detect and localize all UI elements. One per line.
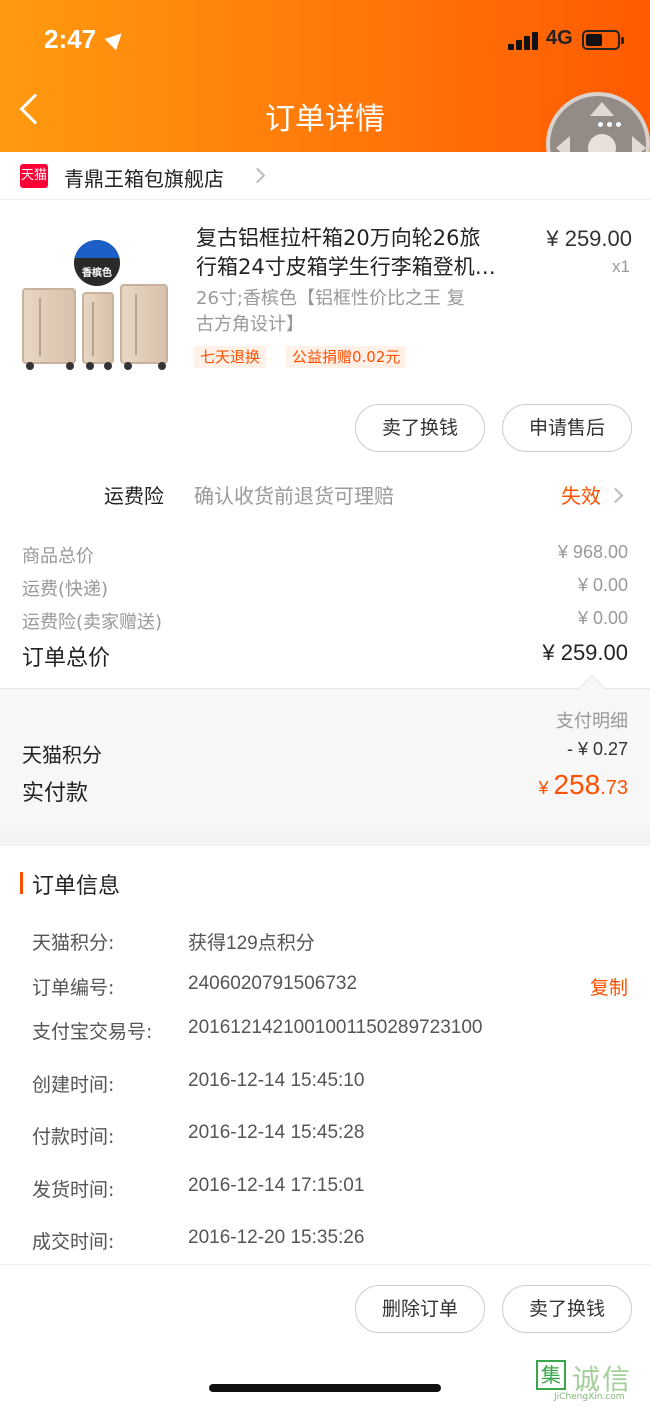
chevron-right-icon [607, 487, 624, 504]
tag-return: 七天退换 [194, 346, 267, 368]
info-value: 2016-12-20 15:35:26 [188, 1227, 365, 1248]
payment-detail: 支付明细 天猫积分 - ¥ 0.27 实付款 ¥ 258.73 [0, 674, 650, 830]
insurance-fee-label: 运费险(卖家赠送) [22, 612, 163, 633]
product-image[interactable]: 香槟色 [20, 240, 180, 370]
copy-button[interactable]: 复制 [590, 973, 628, 1000]
info-label: 订单编号: [32, 977, 115, 999]
sell-button[interactable]: 卖了换钱 [355, 404, 485, 452]
info-value: 获得129点积分 [188, 933, 315, 954]
paid-amount: ¥ 258.73 [538, 769, 628, 800]
order-info: 订单信息 天猫积分: 获得129点积分 订单编号: 24060207915067… [0, 846, 650, 1264]
location-arrow-icon [104, 27, 128, 51]
more-icon[interactable] [598, 112, 628, 127]
store-row[interactable]: 天猫 青鼎王箱包旗舰店 [0, 152, 650, 200]
watermark: 集 诚信 JiChengXin.com [534, 1358, 646, 1404]
info-label: 成交时间: [32, 1231, 115, 1253]
product-quantity: x1 [612, 257, 630, 276]
insurance-label: 运费险 [104, 484, 164, 508]
product-price: ¥ 259.00 [546, 226, 632, 251]
info-label: 发货时间: [32, 1179, 115, 1201]
store-name[interactable]: 青鼎王箱包旗舰店 [64, 163, 224, 192]
order-total-value: ¥ 259.00 [542, 640, 628, 665]
insurance-fee-value: ¥ 0.00 [577, 608, 628, 628]
product-sku: 26寸;香槟色【铝框性价比之王 复 古方角设计】 [196, 288, 465, 335]
after-sale-button[interactable]: 申请售后 [502, 404, 632, 452]
payment-detail-link[interactable]: 支付明细 [556, 707, 628, 733]
tmall-logo: 天猫 [20, 164, 48, 188]
insurance-status: 失效 [561, 484, 601, 508]
info-value: 2016-12-14 15:45:10 [188, 1070, 365, 1091]
network-type: 4G [546, 27, 573, 49]
product-title[interactable]: 复古铝框拉杆箱20万向轮26旅 行箱24寸皮箱学生行李箱登机… [196, 224, 526, 282]
status-time: 2:47 [44, 24, 97, 54]
insurance-description: 确认收货前退货可理赔 [194, 484, 394, 508]
status-bar: 2:47 4G [0, 0, 650, 80]
info-label: 创建时间: [32, 1074, 115, 1096]
shipping-label: 运费(快递) [22, 579, 109, 600]
info-value: 2016-12-14 17:15:01 [188, 1175, 365, 1196]
product-card[interactable]: 香槟色 复古铝框拉杆箱20万向轮26旅 行箱24寸皮箱学生行李箱登机… ¥ 25… [0, 200, 650, 470]
points-value: - ¥ 0.27 [566, 739, 628, 759]
order-number: 2406020791506732 [188, 973, 358, 994]
order-total-label: 订单总价 [22, 646, 111, 671]
info-value: 2016-12-14 15:45:28 [188, 1122, 365, 1143]
battery-icon [582, 30, 624, 50]
points-label: 天猫积分 [22, 743, 102, 767]
info-label: 付款时间: [32, 1126, 115, 1148]
home-indicator[interactable] [209, 1384, 441, 1392]
shipping-value: ¥ 0.00 [577, 575, 628, 595]
goods-total-value: ¥ 968.00 [557, 542, 628, 562]
tag-charity: 公益捐赠0.02元 [286, 346, 407, 368]
color-badge: 香槟色 [74, 240, 120, 286]
goods-total-label: 商品总价 [22, 546, 94, 567]
price-summary: 商品总价 ¥ 968.00 运费(快递) ¥ 0.00 运费险(卖家赠送) ¥ … [0, 522, 650, 688]
chevron-right-icon [249, 167, 266, 184]
delete-order-button[interactable]: 删除订单 [355, 1285, 485, 1333]
section-marker [20, 872, 23, 894]
info-label: 天猫积分: [32, 932, 115, 954]
shipping-insurance-row[interactable]: 运费险 确认收货前退货可理赔 失效 [0, 470, 650, 522]
sell-button[interactable]: 卖了换钱 [502, 1285, 632, 1333]
signal-icon [508, 32, 540, 50]
alipay-trade-number: 2016121421001001150289723100 [188, 1017, 483, 1038]
order-info-title: 订单信息 [32, 874, 121, 899]
paid-label: 实付款 [22, 781, 89, 806]
info-label: 支付宝交易号: [32, 1021, 153, 1043]
